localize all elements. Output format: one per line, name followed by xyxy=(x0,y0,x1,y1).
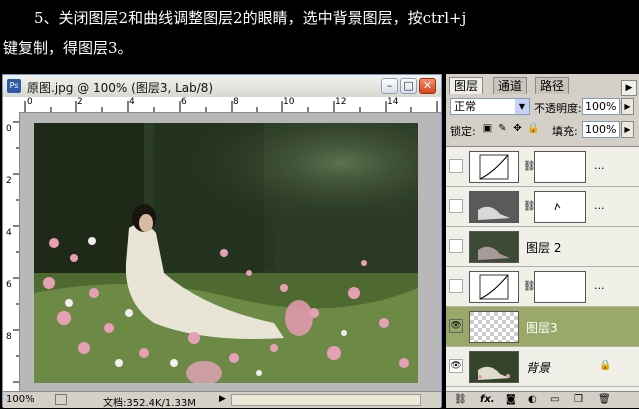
layer-curves-2[interactable]: ⛓ ... xyxy=(446,147,639,187)
vertical-ruler[interactable]: 0 2 4 6 8 xyxy=(3,112,20,392)
visibility-toggle[interactable] xyxy=(449,199,463,213)
curves-icon xyxy=(469,151,519,183)
tab-channels[interactable]: 通道 xyxy=(493,77,528,94)
visibility-toggle[interactable] xyxy=(449,279,463,293)
layer-masked-image[interactable]: ⛓ ... xyxy=(446,187,639,227)
layer-2[interactable]: 图层 2 xyxy=(446,227,639,267)
blend-mode-value: 正常 xyxy=(454,100,476,113)
instruction-line-2: 键复制，得图层3。 xyxy=(3,39,133,57)
opacity-label: 不透明度: xyxy=(534,102,582,115)
close-icon: ✕ xyxy=(422,79,433,92)
photoshop-icon: Ps xyxy=(7,79,21,93)
eye-icon[interactable]: 👁 xyxy=(449,319,463,333)
lock-image-icon[interactable]: ✎ xyxy=(497,123,508,134)
visibility-toggle[interactable] xyxy=(449,239,463,253)
trash-icon[interactable]: 🗑 xyxy=(598,394,611,406)
opacity-slider-button[interactable]: ▶ xyxy=(621,98,634,115)
horizontal-ruler[interactable]: 0 2 4 6 8 10 12 14 xyxy=(19,97,441,113)
layer-thumbnail xyxy=(469,351,519,383)
instruction-banner: 5、关闭图层2和曲线调整图层2的眼睛，选中背景图层，按ctrl+j 键复制，得图… xyxy=(0,0,639,70)
transparent-thumbnail xyxy=(469,311,519,343)
maximize-button[interactable]: □ xyxy=(400,78,417,94)
document-title: 原图.jpg @ 100% (图层3, Lab/8) xyxy=(27,81,214,95)
layer-thumbnail xyxy=(469,231,519,263)
layer-name: 背景 xyxy=(526,361,551,375)
layer-name: 图层3 xyxy=(526,321,558,335)
layer-thumbnail xyxy=(469,191,519,223)
new-group-icon[interactable]: ▭ xyxy=(550,394,559,406)
status-arrow-icon[interactable]: ▶ xyxy=(219,394,226,404)
layer-background[interactable]: 👁 背景 🔒 xyxy=(446,347,639,387)
layer-mask-thumbnail[interactable] xyxy=(534,151,586,183)
layers-toolbar: ⛓ fx. ◙ ◐ ▭ ❐ 🗑 xyxy=(446,391,639,408)
link-layers-icon[interactable]: ⛓ xyxy=(454,394,467,406)
more-indicator: ... xyxy=(594,199,605,212)
new-layer-icon[interactable]: ❐ xyxy=(574,394,583,406)
garden-photo xyxy=(34,123,418,383)
layer-mask-thumbnail[interactable] xyxy=(534,271,586,303)
visibility-toggle[interactable] xyxy=(449,159,463,173)
document-titlebar[interactable]: Ps 原图.jpg @ 100% (图层3, Lab/8) – □ ✕ xyxy=(3,75,441,98)
blend-row: 正常 ▼ 不透明度: 100% ▶ xyxy=(446,98,639,120)
document-statusbar: 100% 文档:352.4K/1.33M ▶ xyxy=(3,391,441,409)
add-mask-icon[interactable]: ◙ xyxy=(506,394,516,406)
zoom-level[interactable]: 100% xyxy=(6,394,35,405)
fill-label: 填充: xyxy=(552,125,578,138)
layer-mask-thumbnail[interactable] xyxy=(534,191,586,223)
chevron-down-icon: ▼ xyxy=(515,99,529,114)
tab-layers[interactable]: 图层 xyxy=(449,77,484,94)
photo-canvas[interactable] xyxy=(34,123,418,383)
layer-3[interactable]: 👁 图层3 xyxy=(446,307,639,347)
fill-input[interactable]: 100% xyxy=(582,121,620,138)
lock-label: 锁定: xyxy=(450,125,476,138)
lock-position-icon[interactable]: ✥ xyxy=(512,123,523,134)
layers-list: ⛓ ... ⛓ ... 图层 2 ⛓ ... 👁 图层3 👁 背景 🔒 xyxy=(446,146,639,392)
layer-style-button[interactable]: fx. xyxy=(480,394,495,406)
opacity-input[interactable]: 100% xyxy=(582,98,620,115)
fill-slider-button[interactable]: ▶ xyxy=(621,121,634,138)
tab-paths[interactable]: 路径 xyxy=(535,77,570,94)
more-indicator: ... xyxy=(594,159,605,172)
blend-mode-select[interactable]: 正常 ▼ xyxy=(450,98,530,115)
layers-panel: 图层 通道 路径 ▶ 正常 ▼ 不透明度: 100% ▶ 锁定: ▣ ✎ ✥ 🔒… xyxy=(446,74,639,408)
maximize-icon: □ xyxy=(403,79,414,92)
lock-icon: 🔒 xyxy=(599,360,612,371)
panel-tabs: 图层 通道 路径 ▶ xyxy=(446,77,639,96)
ruler-origin[interactable] xyxy=(3,97,20,113)
curves-icon xyxy=(469,271,519,303)
horizontal-scrollbar[interactable] xyxy=(231,394,421,406)
status-menu-icon[interactable] xyxy=(55,394,67,405)
minimize-button[interactable]: – xyxy=(381,78,398,94)
document-window: Ps 原图.jpg @ 100% (图层3, Lab/8) – □ ✕ 0 2 … xyxy=(2,74,442,409)
instruction-line-1: 5、关闭图层2和曲线调整图层2的眼睛，选中背景图层，按ctrl+j xyxy=(34,9,467,27)
lock-all-icon[interactable]: 🔒 xyxy=(527,123,539,134)
lock-transparency-icon[interactable]: ▣ xyxy=(482,123,493,134)
layer-name: 图层 2 xyxy=(526,241,562,255)
minimize-icon: – xyxy=(386,79,393,92)
canvas-area[interactable] xyxy=(20,113,441,392)
adjustment-layer-icon[interactable]: ◐ xyxy=(528,394,537,406)
close-button[interactable]: ✕ xyxy=(419,78,436,94)
eye-icon[interactable]: 👁 xyxy=(449,359,463,373)
ruler-ticks xyxy=(13,121,19,383)
layer-curves-1[interactable]: ⛓ ... xyxy=(446,267,639,307)
ruler-ticks xyxy=(24,101,438,112)
panel-menu-icon[interactable]: ▶ xyxy=(621,80,637,96)
more-indicator: ... xyxy=(594,279,605,292)
